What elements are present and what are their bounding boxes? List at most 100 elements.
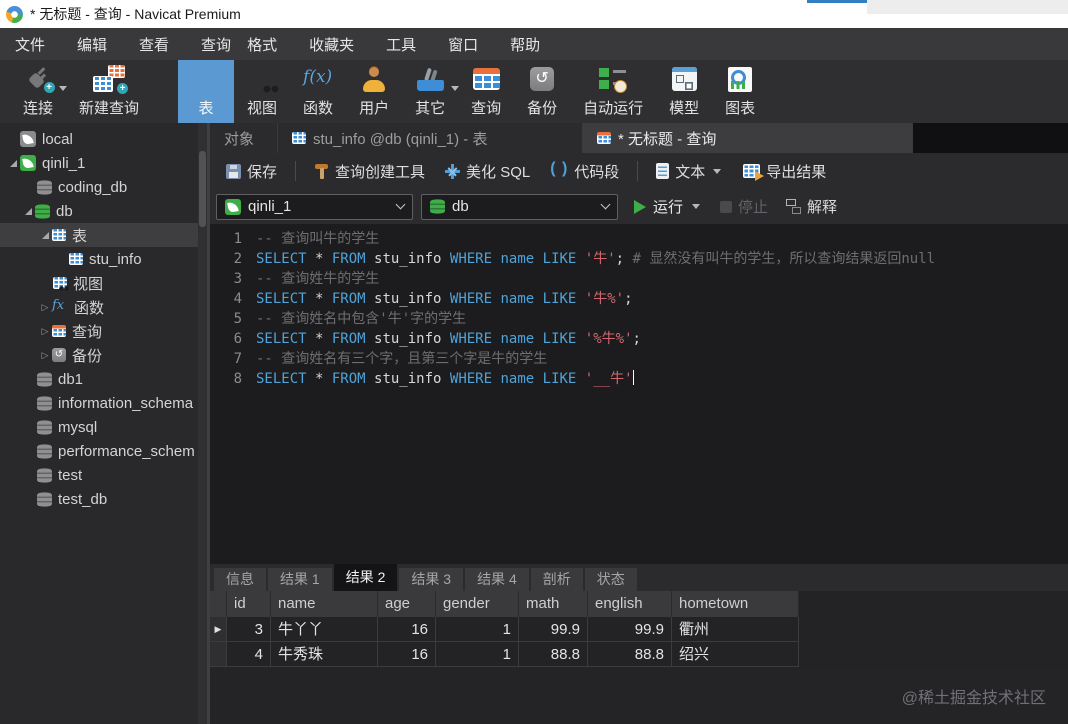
code-line-1[interactable]: 1 -- 查询叫牛的学生	[210, 229, 1068, 249]
tree-item-2[interactable]: coding_db	[0, 175, 207, 199]
run-button[interactable]: 运行	[634, 196, 702, 217]
toolbar-button-6[interactable]: 其它	[402, 60, 460, 123]
code-line-7[interactable]: 7 -- 查询姓名有三个字，且第三个字是牛的学生	[210, 349, 1068, 369]
column-header-math[interactable]: math	[519, 591, 588, 617]
column-header-gender[interactable]: gender	[436, 591, 519, 617]
result-tab-0[interactable]: 信息	[214, 568, 266, 591]
menu-item-0[interactable]: 文件	[2, 28, 58, 61]
expanded-arrow-icon[interactable]	[21, 208, 35, 215]
code-line-3[interactable]: 3 -- 查询姓牛的学生	[210, 269, 1068, 289]
expanded-arrow-icon[interactable]	[6, 160, 20, 167]
result-tab-6[interactable]: 状态	[584, 568, 637, 591]
column-header-name[interactable]: name	[271, 591, 378, 617]
tree-item-3[interactable]: db	[0, 199, 207, 223]
tree-item-12[interactable]: mysql	[0, 415, 207, 439]
tree-item-4[interactable]: 表	[0, 223, 207, 247]
cell-math[interactable]: 88.8	[519, 642, 588, 667]
cell-name[interactable]: 牛秀珠	[271, 642, 378, 667]
scrollbar-thumb[interactable]	[199, 151, 206, 227]
tree-item-label: test_db	[58, 490, 108, 508]
result-tab-3[interactable]: 结果 3	[399, 568, 464, 591]
menu-item-7[interactable]: 窗口	[435, 28, 491, 61]
database-select[interactable]: db	[421, 193, 618, 220]
menu-item-8[interactable]: 帮助	[497, 28, 553, 61]
cell-id[interactable]: 4	[227, 642, 271, 667]
caret-down-icon[interactable]	[713, 168, 722, 174]
code-line-5[interactable]: 5 -- 查询姓名中包含'牛'字的学生	[210, 309, 1068, 329]
result-tab-1[interactable]: 结果 1	[268, 568, 332, 591]
toolbar-button-0[interactable]: + 连接	[10, 60, 68, 123]
tree-item-15[interactable]: test_db	[0, 487, 207, 511]
menu-item-6[interactable]: 工具	[373, 28, 429, 61]
cell-math[interactable]: 99.9	[519, 617, 588, 642]
sidebar-scrollbar[interactable]	[198, 123, 207, 724]
toolbar-button-11[interactable]: 图表	[712, 60, 768, 123]
tree-item-10[interactable]: db1	[0, 367, 207, 391]
query-toolbar-button-2[interactable]: 查询创建工具	[306, 157, 433, 186]
tree-item-9[interactable]: ▷ 备份	[0, 343, 207, 367]
tree-item-1[interactable]: qinli_1	[0, 151, 207, 175]
tree-item-6[interactable]: 视图	[0, 271, 207, 295]
connection-select[interactable]: qinli_1	[216, 193, 413, 220]
menu-item-5[interactable]: 收藏夹	[296, 28, 367, 61]
collapsed-arrow-icon[interactable]: ▷	[38, 350, 52, 361]
code-line-2[interactable]: 2 SELECT * FROM stu_info WHERE name LIKE …	[210, 249, 1068, 269]
tree-item-14[interactable]: test	[0, 463, 207, 487]
menu-item-4[interactable]: 格式	[234, 28, 290, 61]
toolbar-button-4[interactable]: 函数	[290, 60, 346, 123]
cell-hometown[interactable]: 绍兴	[672, 642, 799, 667]
menu-item-2[interactable]: 查看	[126, 28, 182, 61]
cell-hometown[interactable]: 衢州	[672, 617, 799, 642]
code-line-8[interactable]: 8 SELECT * FROM stu_info WHERE name LIKE …	[210, 369, 1068, 389]
cell-gender[interactable]: 1	[436, 642, 519, 667]
query-toolbar-button-3[interactable]: 美化 SQL	[437, 157, 538, 186]
toolbar-button-9[interactable]: 自动运行	[570, 60, 656, 123]
caret-down-icon[interactable]	[692, 204, 701, 209]
doc-tab-0[interactable]: 对象	[210, 123, 278, 153]
query-toolbar-button-7[interactable]: 导出结果	[735, 157, 834, 186]
cell-age[interactable]: 16	[378, 642, 436, 667]
query-toolbar-button-6[interactable]: 文本	[648, 157, 731, 186]
tree-item-8[interactable]: ▷ 查询	[0, 319, 207, 343]
doc-tab-2[interactable]: * 无标题 - 查询	[583, 123, 913, 153]
sql-editor[interactable]: 1 -- 查询叫牛的学生 2 SELECT * FROM stu_info WHERE…	[210, 224, 1068, 564]
cell-age[interactable]: 16	[378, 617, 436, 642]
cell-english[interactable]: 88.8	[588, 642, 672, 667]
cell-english[interactable]: 99.9	[588, 617, 672, 642]
table-row-0[interactable]: ▶ 3 牛丫丫 16 1 99.9 99.9 衢州	[210, 617, 1068, 642]
cell-gender[interactable]: 1	[436, 617, 519, 642]
toolbar-button-10[interactable]: 模型	[656, 60, 712, 123]
toolbar-button-3[interactable]: 视图	[234, 60, 290, 123]
tree-item-5[interactable]: stu_info	[0, 247, 207, 271]
collapsed-arrow-icon[interactable]: ▷	[38, 302, 52, 313]
tree-item-7[interactable]: ▷ 函数	[0, 295, 207, 319]
tree-item-13[interactable]: performance_schem	[0, 439, 207, 463]
menu-item-1[interactable]: 编辑	[64, 28, 120, 61]
code-line-4[interactable]: 4 SELECT * FROM stu_info WHERE name LIKE …	[210, 289, 1068, 309]
table-row-1[interactable]: 4 牛秀珠 16 1 88.8 88.8 绍兴	[210, 642, 1068, 667]
cell-name[interactable]: 牛丫丫	[271, 617, 378, 642]
query-toolbar-button-4[interactable]: 代码段	[542, 157, 627, 186]
toolbar-button-1[interactable]: + 新建查询	[66, 60, 152, 123]
doc-tab-1[interactable]: stu_info @db (qinli_1) - 表	[278, 123, 583, 153]
toolbar-button-7[interactable]: 查询	[458, 60, 514, 123]
tree-item-11[interactable]: information_schema	[0, 391, 207, 415]
result-tab-5[interactable]: 剖析	[530, 568, 583, 591]
toolbar-button-5[interactable]: 用户	[346, 60, 402, 123]
explain-button[interactable]: 解释	[786, 196, 837, 217]
collapsed-arrow-icon[interactable]: ▷	[38, 326, 52, 337]
column-header-age[interactable]: age	[378, 591, 436, 617]
column-header-hometown[interactable]: hometown	[672, 591, 799, 617]
column-header-english[interactable]: english	[588, 591, 672, 617]
column-header-id[interactable]: id	[227, 591, 271, 617]
code-token: '牛%'	[584, 291, 625, 307]
toolbar-button-8[interactable]: 备份	[514, 60, 570, 123]
result-tab-2[interactable]: 结果 2	[333, 564, 398, 591]
query-toolbar-button-0[interactable]: 保存	[218, 157, 285, 186]
tree-item-0[interactable]: local	[0, 127, 207, 151]
toolbar-button-2[interactable]: 表	[178, 60, 235, 123]
cell-id[interactable]: 3	[227, 617, 271, 642]
expanded-arrow-icon[interactable]	[38, 232, 52, 239]
code-line-6[interactable]: 6 SELECT * FROM stu_info WHERE name LIKE …	[210, 329, 1068, 349]
result-tab-4[interactable]: 结果 4	[465, 568, 529, 591]
